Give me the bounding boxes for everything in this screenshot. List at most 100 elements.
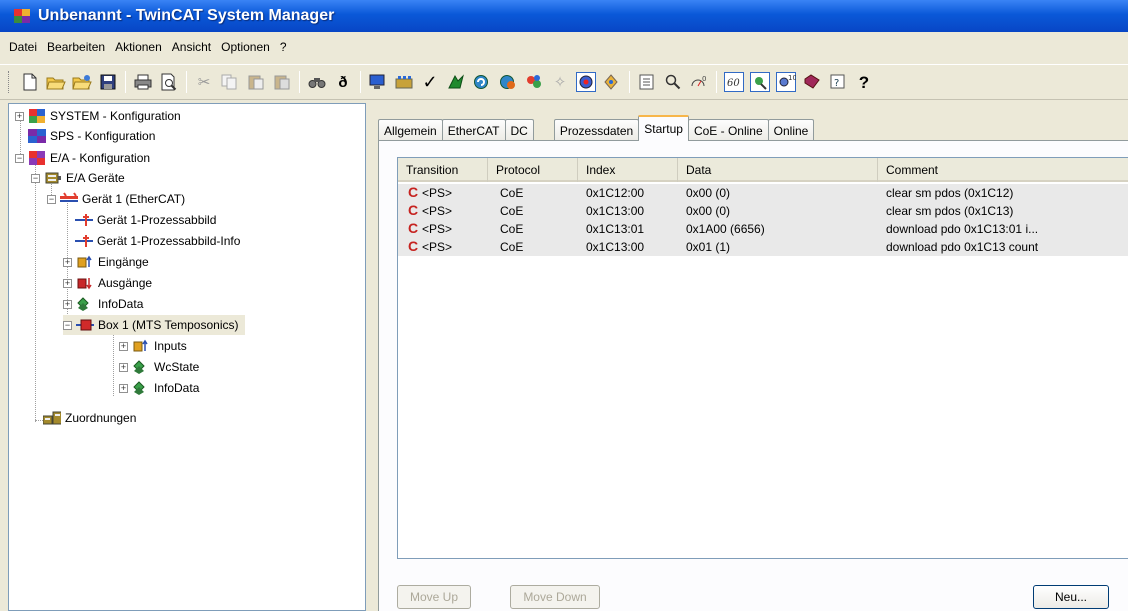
table-row[interactable]: C <PS> CoE 0x1C13:01 0x1A00 (6656) downlo… — [398, 220, 1128, 238]
tree-label: Gerät 1-Prozessabbild — [97, 213, 217, 227]
process-image-icon — [75, 212, 93, 228]
menu-bar: Datei Bearbeiten Aktionen Ansicht Option… — [0, 32, 1128, 62]
expand-icon[interactable]: + — [15, 111, 24, 121]
tree-label: WcState — [154, 360, 200, 374]
table-row[interactable]: C <PS> CoE 0x1C13:00 0x00 (0) clear sm pd… — [398, 202, 1128, 220]
cut-icon[interactable]: ✂ — [193, 71, 215, 93]
menu-help[interactable]: ? — [275, 38, 292, 56]
column-header-comment[interactable]: Comment — [878, 158, 1128, 182]
tree-item-io-devices[interactable]: − E/A Geräte — [31, 168, 125, 188]
save-icon[interactable] — [97, 71, 119, 93]
column-header-index[interactable]: Index — [578, 158, 678, 182]
tab-dc[interactable]: DC — [504, 119, 534, 141]
tree-item-inputs[interactable]: + Eingänge — [63, 252, 149, 272]
collapse-icon[interactable]: − — [63, 320, 72, 330]
tab-startup[interactable]: Startup — [638, 115, 689, 141]
cell-index: 0x1C12:00 — [586, 186, 645, 200]
tree-item-mappings[interactable]: Zuordnungen — [43, 408, 136, 428]
config-tree[interactable]: + SYSTEM - Konfiguration SPS - Konfigura… — [8, 103, 366, 611]
startup-list[interactable]: Transition Protocol Index Data Comment C… — [397, 157, 1128, 559]
open-recent-icon[interactable] — [71, 71, 93, 93]
menu-bearbeiten[interactable]: Bearbeiten — [42, 38, 110, 56]
new-button[interactable]: Neu... — [1033, 585, 1109, 609]
tree-item-process-image[interactable]: Gerät 1-Prozessabbild — [75, 210, 216, 230]
menu-datei[interactable]: Datei — [4, 38, 42, 56]
tree-item-outputs[interactable]: + Ausgänge — [63, 273, 152, 293]
reload-devices-icon[interactable] — [523, 71, 545, 93]
menu-ansicht[interactable]: Ansicht — [167, 38, 216, 56]
tree-label: E/A - Konfiguration — [50, 151, 151, 165]
column-header-transition[interactable]: Transition — [398, 158, 488, 182]
svg-text:60: 60 — [727, 78, 740, 89]
tab-ethercat[interactable]: EtherCAT — [441, 119, 506, 141]
expand-icon[interactable]: + — [119, 341, 128, 351]
box-icon — [76, 317, 94, 333]
table-row[interactable]: C <PS> CoE 0x1C12:00 0x00 (0) clear sm pd… — [398, 184, 1128, 202]
tree-item-sps[interactable]: SPS - Konfiguration — [28, 126, 155, 146]
show-online-data-icon[interactable]: 60 — [723, 71, 745, 93]
tree-item-box-1[interactable]: − Box 1 (MTS Temposonics) — [63, 315, 245, 335]
toggle-free-run-icon[interactable] — [575, 71, 597, 93]
new-file-icon[interactable] — [19, 71, 41, 93]
svg-text:?: ? — [834, 78, 839, 89]
paste-icon[interactable] — [245, 71, 267, 93]
expand-icon[interactable]: + — [63, 257, 72, 267]
copy-icon[interactable] — [219, 71, 241, 93]
collapse-icon[interactable]: − — [47, 194, 56, 204]
find-next-icon[interactable]: ð — [332, 71, 354, 93]
menu-optionen[interactable]: Optionen — [216, 38, 275, 56]
table-row[interactable]: C <PS> CoE 0x1C13:00 0x01 (1) download pd… — [398, 238, 1128, 256]
open-folder-icon[interactable] — [45, 71, 67, 93]
activate-configuration-icon[interactable] — [445, 71, 467, 93]
column-header-protocol[interactable]: Protocol — [488, 158, 578, 182]
tree-item-process-image-info[interactable]: Gerät 1-Prozessabbild-Info — [75, 231, 240, 251]
tab-prozessdaten[interactable]: Prozessdaten — [553, 119, 640, 141]
expand-icon[interactable]: + — [119, 362, 128, 372]
help-topics-icon[interactable]: ? — [827, 71, 849, 93]
show-variables-icon[interactable] — [636, 71, 658, 93]
column-header-data[interactable]: Data — [678, 158, 878, 182]
tab-online[interactable]: Online — [767, 119, 815, 141]
set-target-system-icon[interactable] — [367, 71, 389, 93]
tree-label: SYSTEM - Konfiguration — [50, 109, 181, 123]
expand-icon[interactable]: + — [63, 299, 72, 309]
tree-item-infodata[interactable]: + InfoData — [63, 294, 143, 314]
tree-item-device-1[interactable]: − Gerät 1 (EtherCAT) — [47, 189, 185, 209]
startup-tab-content: Transition Protocol Index Data Comment C… — [378, 140, 1128, 611]
generate-mappings-icon[interactable] — [393, 71, 415, 93]
restart-run-mode-icon[interactable] — [471, 71, 493, 93]
link-info-icon[interactable]: 10 — [775, 71, 797, 93]
cell-comment: clear sm pdos (0x1C13) — [886, 204, 1014, 218]
collapse-icon[interactable]: − — [31, 173, 40, 183]
find-binoculars-icon[interactable] — [306, 71, 328, 93]
tab-allgemein[interactable]: Allgemein — [378, 119, 443, 141]
move-down-button[interactable]: Move Down — [510, 585, 600, 609]
menu-aktionen[interactable]: Aktionen — [110, 38, 167, 56]
force-mode-icon[interactable] — [601, 71, 623, 93]
list-header: Transition Protocol Index Data Comment — [398, 158, 1128, 182]
watch-values-icon[interactable]: 0 — [688, 71, 710, 93]
tree-item-io-config[interactable]: − E/A - Konfiguration — [15, 148, 150, 168]
print-icon[interactable] — [132, 71, 154, 93]
tree-item-box-inputs[interactable]: + Inputs — [119, 336, 187, 356]
context-help-icon[interactable]: ? — [853, 71, 875, 93]
paste-with-links-icon[interactable] — [271, 71, 293, 93]
toolbar-grip[interactable] — [8, 71, 11, 93]
restart-config-mode-icon[interactable] — [497, 71, 519, 93]
move-up-button[interactable]: Move Up — [397, 585, 471, 609]
tree-item-wcstate[interactable]: + WcState — [119, 357, 199, 377]
tree-item-box-infodata[interactable]: + InfoData — [119, 378, 199, 398]
twincat-app-icon[interactable] — [14, 7, 32, 25]
toolbar-separator — [299, 71, 300, 93]
print-preview-icon[interactable] — [158, 71, 180, 93]
check-configuration-icon[interactable]: ✓ — [419, 71, 441, 93]
collapse-icon[interactable]: − — [15, 153, 24, 163]
license-icon[interactable] — [801, 71, 823, 93]
expand-icon[interactable]: + — [119, 383, 128, 393]
tab-coe-online[interactable]: CoE - Online — [687, 119, 769, 141]
expand-icon[interactable]: + — [63, 278, 72, 288]
show-sub-items-icon[interactable] — [749, 71, 771, 93]
zoom-icon[interactable] — [662, 71, 684, 93]
tree-item-system[interactable]: + SYSTEM - Konfiguration — [15, 106, 181, 126]
scan-devices-icon[interactable]: ✧ — [549, 71, 571, 93]
